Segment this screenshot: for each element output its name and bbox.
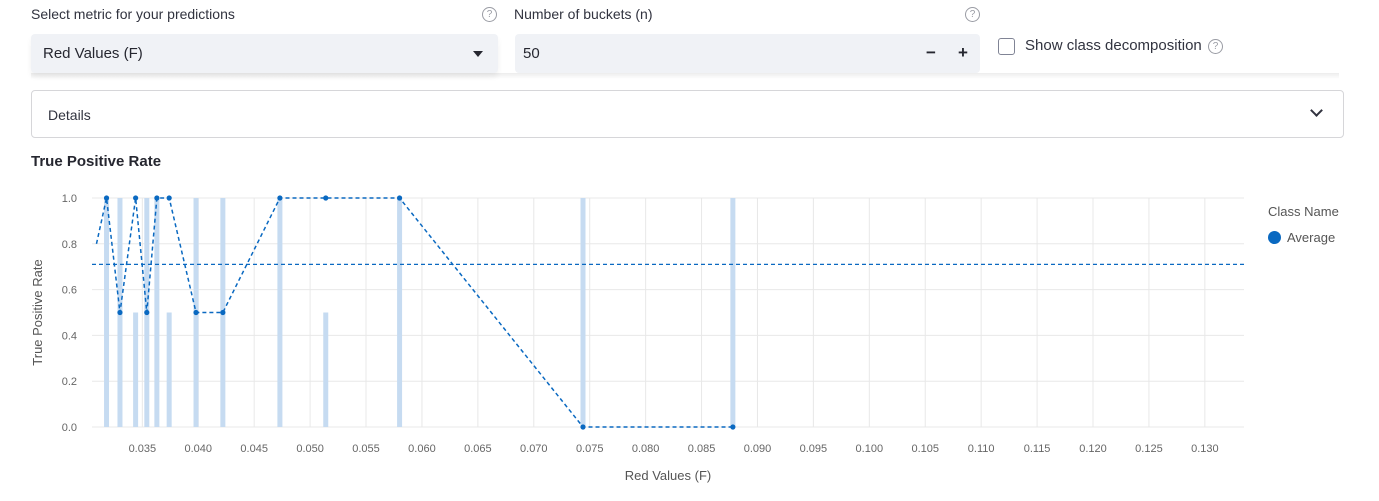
x-tick-label: 0.040 <box>184 443 212 455</box>
data-point <box>133 195 139 201</box>
y-tick-label: 0.6 <box>62 285 77 297</box>
x-tick-labels: 0.035 0.040 0.045 0.050 0.055 0.060 0.065 0.070… <box>129 443 1219 455</box>
increment-button[interactable]: + <box>952 42 974 64</box>
buckets-number-input[interactable]: 50 − + <box>515 34 980 73</box>
histogram-bar <box>730 198 736 427</box>
y-tick-label: 1.0 <box>62 193 77 205</box>
data-point <box>580 424 586 430</box>
data-point <box>166 195 172 201</box>
x-tick-label: 0.085 <box>688 443 716 455</box>
buckets-label: Number of buckets (n) <box>514 6 653 22</box>
x-tick-label: 0.090 <box>744 443 772 455</box>
x-tick-label: 0.095 <box>800 443 828 455</box>
data-point <box>144 309 150 316</box>
data-point <box>220 309 226 316</box>
x-tick-label: 0.045 <box>240 443 268 455</box>
data-point <box>193 309 199 316</box>
data-point <box>323 195 329 201</box>
legend-title: Class Name <box>1268 204 1339 219</box>
x-tick-label: 0.105 <box>911 443 939 455</box>
y-tick-label: 0.2 <box>62 376 77 388</box>
x-tick-label: 0.115 <box>1024 443 1051 455</box>
y-tick-label: 0.4 <box>62 330 77 342</box>
x-axis-label: Red Values (F) <box>625 468 711 483</box>
data-point <box>103 195 110 201</box>
chart-series-line <box>95 197 733 428</box>
histogram-bar <box>323 312 329 427</box>
x-tick-label: 0.110 <box>968 443 995 455</box>
histogram-bar <box>104 198 110 427</box>
x-tick-label: 0.035 <box>129 443 157 455</box>
histogram-bar <box>166 312 172 427</box>
caret-down-icon <box>473 51 483 57</box>
details-expander[interactable]: Details <box>31 90 1344 138</box>
chart-grid <box>92 197 1244 428</box>
data-point <box>277 195 283 201</box>
x-tick-label: 0.080 <box>632 443 660 455</box>
x-tick-label: 0.065 <box>464 443 492 455</box>
data-point <box>154 195 160 201</box>
controls-shadow <box>31 73 1339 79</box>
chart-section-title: True Positive Rate <box>31 153 162 170</box>
class-decomposition-label[interactable]: Show class decomposition <box>1025 37 1202 54</box>
y-tick-labels: 0.0 0.2 0.4 0.6 0.8 1.0 <box>62 193 77 434</box>
details-label: Details <box>48 107 91 123</box>
data-point <box>117 309 123 316</box>
histogram-bar <box>133 312 139 427</box>
metric-select[interactable]: Red Values (F) <box>31 34 498 73</box>
tpr-chart: 0.035 0.040 0.045 0.050 0.055 0.060 0.065 0.070… <box>30 193 1244 483</box>
legend-entry-average[interactable]: Average <box>1287 230 1335 245</box>
question-circle-icon[interactable]: ? <box>482 7 497 22</box>
x-tick-label: 0.120 <box>1079 443 1107 455</box>
metric-select-value: Red Values (F) <box>43 45 143 62</box>
y-tick-label: 0.0 <box>62 422 77 434</box>
metric-select-label: Select metric for your predictions <box>31 6 235 22</box>
x-tick-label: 0.060 <box>408 443 436 455</box>
y-tick-label: 0.8 <box>62 239 77 251</box>
histogram-bar <box>277 198 283 427</box>
buckets-value[interactable]: 50 <box>523 45 540 62</box>
x-tick-label: 0.050 <box>296 443 324 455</box>
x-tick-label: 0.130 <box>1191 443 1219 455</box>
x-tick-label: 0.125 <box>1135 443 1163 455</box>
y-axis-label: True Positive Rate <box>30 259 45 365</box>
data-point <box>730 424 736 430</box>
x-tick-label: 0.070 <box>520 443 548 455</box>
data-point <box>396 195 403 201</box>
legend-swatch <box>1268 231 1281 244</box>
x-tick-label: 0.075 <box>576 443 604 455</box>
question-circle-icon[interactable]: ? <box>1208 39 1223 54</box>
x-tick-label: 0.100 <box>856 443 884 455</box>
histogram-bar <box>580 198 586 427</box>
decrement-button[interactable]: − <box>920 42 942 64</box>
histogram-bar <box>397 198 403 427</box>
x-tick-label: 0.055 <box>352 443 380 455</box>
question-circle-icon[interactable]: ? <box>965 7 980 22</box>
chevron-down-icon[interactable] <box>1310 104 1323 117</box>
histogram-bar <box>154 198 160 427</box>
class-decomposition-checkbox[interactable] <box>998 38 1015 55</box>
series-line-average <box>95 197 733 428</box>
